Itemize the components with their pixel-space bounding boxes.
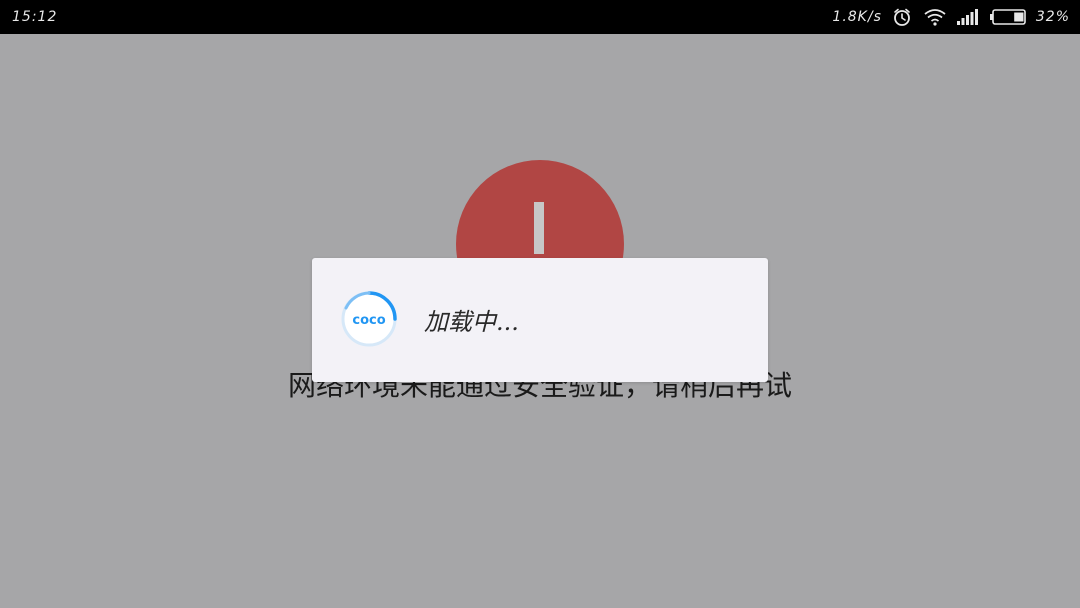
network-speed: 1.8K/s: [832, 9, 882, 25]
coco-spinner-icon: coco: [340, 290, 398, 348]
signal-icon: [956, 9, 978, 25]
alarm-icon: [892, 7, 912, 27]
loading-dialog: coco 加载中...: [312, 258, 768, 382]
wifi-icon: [924, 8, 946, 26]
exclamation-bar: [534, 202, 544, 254]
status-icons: 1.8K/s 32%: [832, 0, 1070, 34]
battery-icon: [989, 9, 1026, 25]
status-time: 15:12: [12, 9, 58, 25]
status-bar: 15:12 1.8K/s 32%: [0, 0, 1080, 34]
loading-text: 加载中...: [424, 308, 519, 336]
coco-logo-text: coco: [352, 313, 385, 328]
battery-percent: 32%: [1035, 9, 1070, 25]
